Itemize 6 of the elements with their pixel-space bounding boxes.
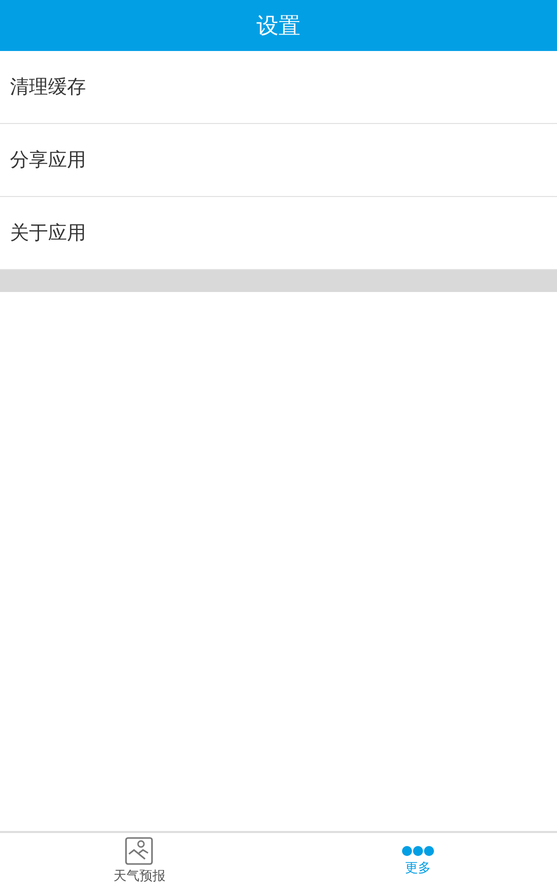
page-title: 设置 [256, 12, 300, 40]
tab[interactable]: 天气预报 [0, 833, 278, 889]
more-icon [402, 845, 434, 857]
settings-item[interactable]: 分享应用 [0, 124, 557, 197]
settings-item[interactable]: 清理缓存 [0, 51, 557, 124]
image-icon [125, 837, 154, 865]
